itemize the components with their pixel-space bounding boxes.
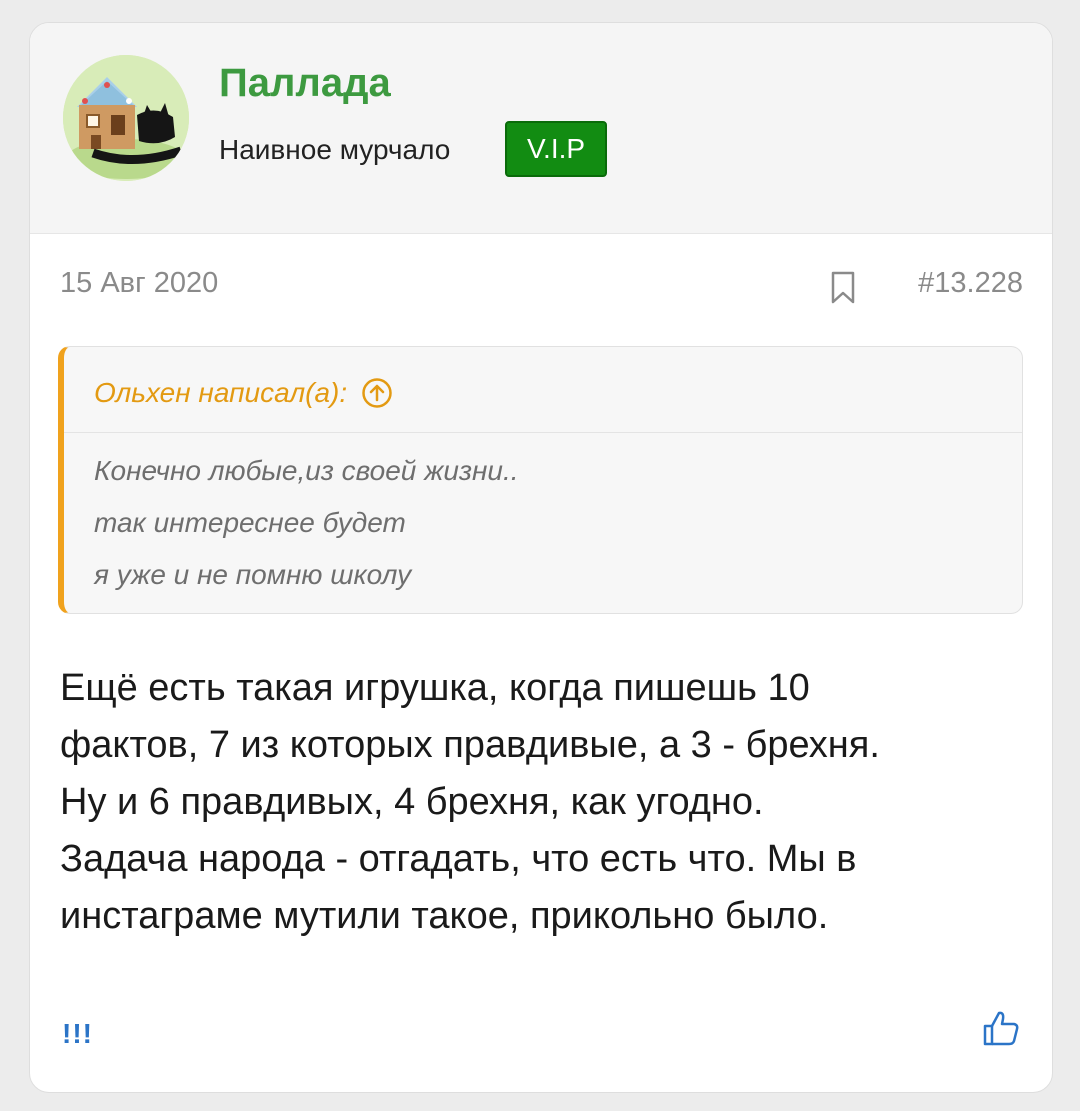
quote-author-link[interactable]: Ольхен написал(а):: [94, 377, 393, 409]
message-line: Ещё есть такая игрушка, когда пишешь 10: [60, 667, 810, 709]
reaction-link[interactable]: !!!: [62, 1018, 93, 1050]
user-avatar[interactable]: [63, 55, 189, 181]
message-line: фактов, 7 из которых правдивые, а 3 - бр…: [60, 724, 880, 766]
avatar-image: [63, 55, 189, 181]
message-line: Ну и 6 правдивых, 4 брехня, как угодно.: [60, 781, 764, 823]
arrow-up-circle-icon[interactable]: [361, 377, 393, 409]
post-number-link[interactable]: #13.228: [918, 267, 1023, 300]
vip-badge: V.I.P: [505, 121, 607, 177]
quote-divider: [64, 432, 1022, 433]
post-date[interactable]: 15 Авг 2020: [60, 267, 218, 300]
post-message: Ещё есть такая игрушка, когда пишешь 10 …: [60, 660, 1026, 945]
quote-author-label: Ольхен написал(а):: [94, 377, 348, 408]
quote-line: я уже и не помню школу: [94, 559, 412, 590]
quote-block: Ольхен написал(а): Конечно любые,из свое…: [58, 346, 1023, 614]
post-author-header: Паллада Наивное мурчало V.I.P: [30, 23, 1052, 234]
post-card: Паллада Наивное мурчало V.I.P 15 Авг 202…: [29, 22, 1053, 1093]
username-link[interactable]: Паллада: [219, 61, 391, 106]
bookmark-icon[interactable]: [830, 271, 856, 305]
quote-line: Конечно любые,из своей жизни..: [94, 455, 519, 486]
quote-line: так интереснее будет: [94, 507, 406, 538]
thumbs-up-icon[interactable]: [982, 1009, 1020, 1047]
message-line: Задача народа - отгадать, что есть что. …: [60, 838, 857, 880]
user-title: Наивное мурчало: [219, 134, 451, 165]
message-line: инстаграме мутили такое, прикольно было.: [60, 895, 829, 937]
